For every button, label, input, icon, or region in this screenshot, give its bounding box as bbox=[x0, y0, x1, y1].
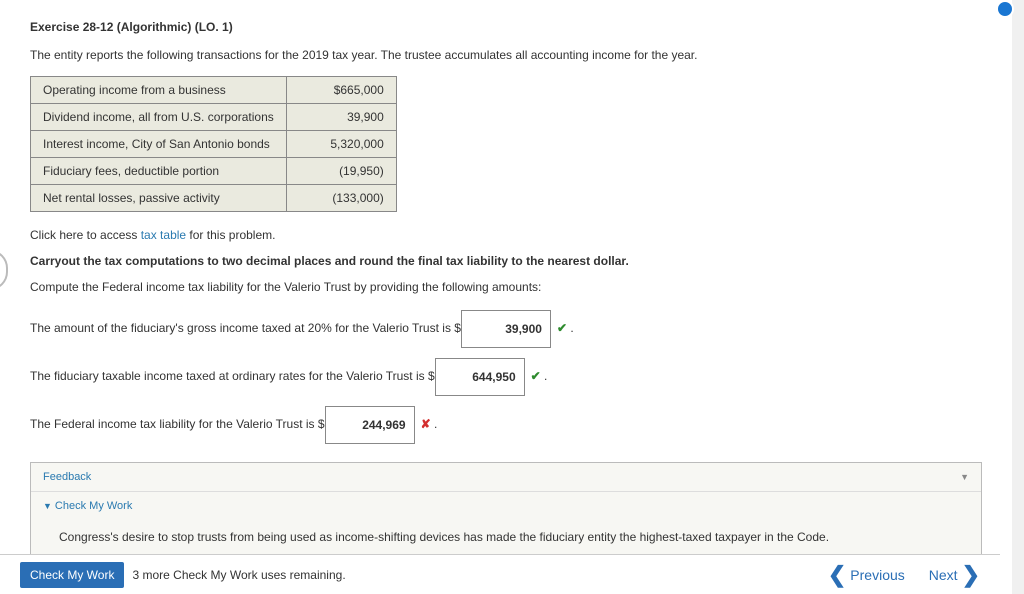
q2-prefix: The fiduciary taxable income taxed at or… bbox=[30, 369, 435, 383]
q1-suffix: . bbox=[570, 321, 573, 335]
table-label: Fiduciary fees, deductible portion bbox=[31, 158, 287, 185]
triangle-down-icon: ▼ bbox=[43, 501, 52, 511]
uses-remaining: 3 more Check My Work uses remaining. bbox=[132, 568, 345, 582]
scroll-indicator bbox=[996, 0, 1014, 18]
table-row: Operating income from a business$665,000 bbox=[31, 77, 397, 104]
transactions-table: Operating income from a business$665,000… bbox=[30, 76, 397, 212]
tax-table-link[interactable]: tax table bbox=[141, 228, 186, 242]
table-row: Net rental losses, passive activity(133,… bbox=[31, 185, 397, 212]
chevron-right-icon: ❯ bbox=[962, 564, 980, 586]
feedback-body: Congress's desire to stop trusts from be… bbox=[31, 520, 981, 558]
check-my-work-toggle[interactable]: ▼Check My Work bbox=[31, 492, 981, 520]
table-value: 39,900 bbox=[286, 104, 396, 131]
next-button[interactable]: Next ❯ bbox=[929, 564, 980, 586]
table-row: Dividend income, all from U.S. corporati… bbox=[31, 104, 397, 131]
table-label: Operating income from a business bbox=[31, 77, 287, 104]
q3-input[interactable]: 244,969 bbox=[325, 406, 415, 444]
cross-icon: ✘ bbox=[421, 417, 431, 431]
previous-label: Previous bbox=[850, 567, 904, 583]
feedback-header[interactable]: Feedback ▼ bbox=[31, 463, 981, 492]
table-value: (133,000) bbox=[286, 185, 396, 212]
q3-prefix: The Federal income tax liability for the… bbox=[30, 417, 325, 431]
intro-text: The entity reports the following transac… bbox=[30, 48, 982, 62]
q1-prefix: The amount of the fiduciary's gross inco… bbox=[30, 321, 461, 335]
access-text: Click here to access tax table for this … bbox=[30, 228, 982, 242]
question-1: The amount of the fiduciary's gross inco… bbox=[30, 310, 982, 348]
q2-input[interactable]: 644,950 bbox=[435, 358, 525, 396]
compute-instruction: Compute the Federal income tax liability… bbox=[30, 280, 982, 294]
check-icon: ✔ bbox=[531, 369, 541, 383]
q3-suffix: . bbox=[434, 417, 437, 431]
exercise-title: Exercise 28-12 (Algorithmic) (LO. 1) bbox=[30, 20, 982, 34]
q1-input[interactable]: 39,900 bbox=[461, 310, 551, 348]
carryout-instruction: Carryout the tax computations to two dec… bbox=[30, 254, 982, 268]
access-prefix: Click here to access bbox=[30, 228, 141, 242]
bottom-bar: Check My Work 3 more Check My Work uses … bbox=[0, 554, 1000, 594]
access-suffix: for this problem. bbox=[186, 228, 275, 242]
table-value: $665,000 bbox=[286, 77, 396, 104]
check-my-work-button[interactable]: Check My Work bbox=[20, 562, 124, 588]
previous-button[interactable]: ❮ Previous bbox=[828, 564, 905, 586]
table-value: 5,320,000 bbox=[286, 131, 396, 158]
question-2: The fiduciary taxable income taxed at or… bbox=[30, 358, 982, 396]
q2-suffix: . bbox=[544, 369, 547, 383]
check-my-work-label: Check My Work bbox=[55, 500, 132, 512]
table-value: (19,950) bbox=[286, 158, 396, 185]
table-label: Net rental losses, passive activity bbox=[31, 185, 287, 212]
table-label: Dividend income, all from U.S. corporati… bbox=[31, 104, 287, 131]
table-row: Fiduciary fees, deductible portion(19,95… bbox=[31, 158, 397, 185]
table-row: Interest income, City of San Antonio bon… bbox=[31, 131, 397, 158]
tab-handle[interactable] bbox=[0, 250, 8, 290]
table-label: Interest income, City of San Antonio bon… bbox=[31, 131, 287, 158]
chevron-left-icon: ❮ bbox=[828, 564, 846, 586]
feedback-panel: Feedback ▼ ▼Check My Work Congress's des… bbox=[30, 462, 982, 559]
feedback-label: Feedback bbox=[43, 471, 91, 483]
chevron-down-icon: ▼ bbox=[960, 472, 969, 482]
check-icon: ✔ bbox=[557, 321, 567, 335]
question-3: The Federal income tax liability for the… bbox=[30, 406, 982, 444]
next-label: Next bbox=[929, 567, 958, 583]
